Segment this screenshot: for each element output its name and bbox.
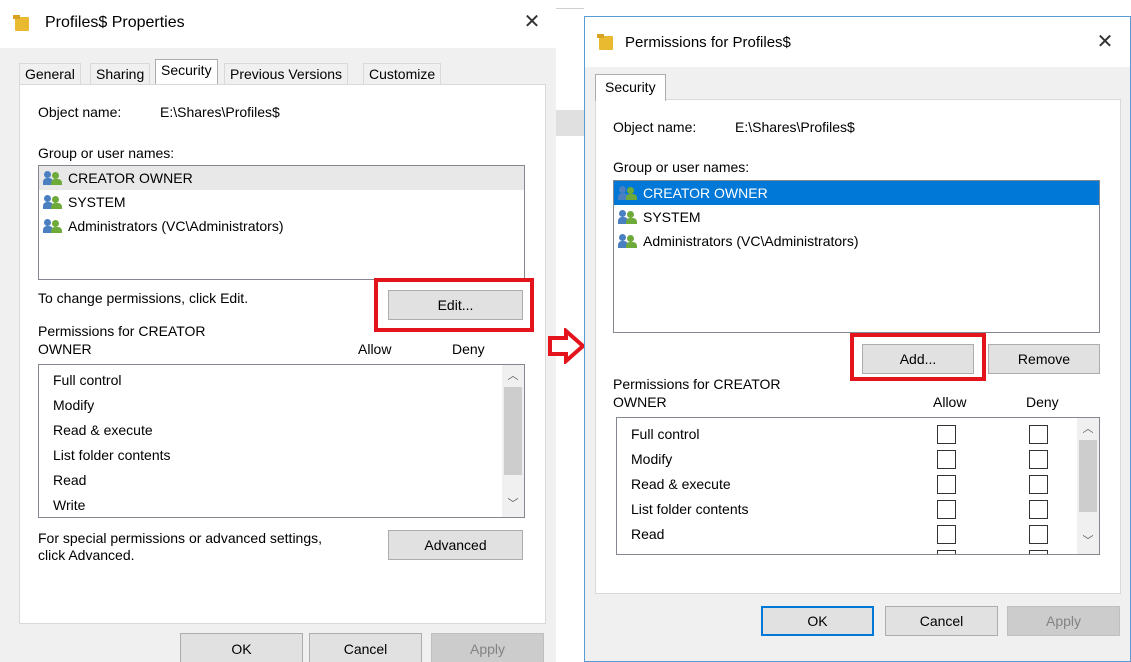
scroll-up-icon[interactable]: ︿	[1077, 421, 1099, 438]
permissions-dialog: Permissions for Profiles$ ✕ Security Obj…	[584, 16, 1131, 662]
special-permissions-hint-line2: click Advanced.	[38, 547, 135, 563]
permission-row: Modify	[617, 447, 1099, 472]
permissions-for-label-line2: OWNER	[613, 394, 667, 410]
tab-security[interactable]: Security	[595, 74, 666, 101]
group-user-names-label: Group or user names:	[613, 159, 750, 175]
edit-button[interactable]: Edit...	[388, 290, 523, 320]
permissions-for-label-line2: OWNER	[38, 341, 92, 357]
scroll-thumb[interactable]	[504, 387, 522, 475]
ok-button[interactable]: OK	[180, 633, 303, 662]
scroll-up-icon[interactable]: ︿	[502, 368, 524, 385]
advanced-button[interactable]: Advanced	[388, 530, 523, 560]
list-item[interactable]: Administrators (VC\Administrators)	[614, 229, 1099, 253]
deny-checkbox[interactable]	[1029, 425, 1048, 444]
tab-sharing[interactable]: Sharing	[90, 63, 151, 85]
deny-checkbox[interactable]	[1029, 450, 1048, 469]
users-icon	[618, 209, 640, 225]
close-icon[interactable]: ✕	[520, 9, 544, 34]
scroll-down-icon[interactable]: ﹀	[502, 496, 524, 513]
permission-row: Full control	[617, 422, 1099, 447]
dialog-title: Profiles$ Properties	[45, 14, 185, 31]
list-item[interactable]: SYSTEM	[39, 190, 524, 214]
dialog-title: Permissions for Profiles$	[625, 34, 791, 51]
folder-icon	[13, 15, 29, 31]
object-name-value: E:\Shares\Profiles$	[160, 104, 280, 120]
title-bar: Permissions for Profiles$ ✕	[585, 17, 1130, 67]
ok-button[interactable]: OK	[761, 606, 874, 636]
cancel-button[interactable]: Cancel	[885, 606, 998, 636]
allow-checkbox[interactable]	[937, 500, 956, 519]
users-icon	[43, 170, 65, 186]
object-name-label: Object name:	[613, 119, 697, 135]
folder-icon	[597, 34, 613, 50]
group-user-list[interactable]: CREATOR OWNER SYSTEM Administrators (VC\…	[38, 165, 525, 280]
users-icon	[43, 218, 65, 234]
add-button[interactable]: Add...	[862, 344, 974, 374]
users-icon	[618, 233, 640, 249]
permission-row: Write	[53, 497, 86, 513]
scroll-thumb[interactable]	[1079, 440, 1097, 512]
permission-row: Modify	[53, 397, 95, 413]
tab-general[interactable]: General	[19, 63, 81, 85]
permission-row: List folder contents	[53, 447, 171, 463]
special-permissions-hint-line1: For special permissions or advanced sett…	[38, 530, 323, 546]
deny-checkbox[interactable]	[1029, 500, 1048, 519]
users-icon	[618, 185, 640, 201]
permission-row: Full control	[53, 372, 122, 388]
permission-row: Read	[53, 472, 87, 488]
tab-previous-versions[interactable]: Previous Versions	[224, 63, 349, 85]
permissions-list[interactable]: Full control Modify Read & execute List …	[616, 417, 1100, 555]
permission-row: List folder contents	[617, 497, 1099, 522]
allow-header: Allow	[358, 341, 392, 357]
allow-checkbox[interactable]	[937, 475, 956, 494]
cancel-button[interactable]: Cancel	[309, 633, 422, 662]
permissions-for-label-line1: Permissions for CREATOR	[38, 323, 206, 339]
deny-header: Deny	[452, 341, 485, 357]
group-user-names-label: Group or user names:	[38, 145, 175, 161]
apply-button[interactable]: Apply	[431, 633, 544, 662]
background-window-strip	[556, 0, 1131, 16]
list-item[interactable]: Administrators (VC\Administrators)	[39, 214, 524, 238]
permission-row: Read	[617, 522, 1099, 547]
tab-customize[interactable]: Customize	[363, 63, 442, 85]
change-permissions-hint: To change permissions, click Edit.	[38, 290, 249, 306]
divider	[556, 8, 584, 9]
allow-checkbox[interactable]	[937, 550, 956, 554]
allow-checkbox[interactable]	[937, 525, 956, 544]
deny-checkbox[interactable]	[1029, 525, 1048, 544]
title-bar: Profiles$ Properties ✕	[0, 0, 556, 48]
list-item[interactable]: CREATOR OWNER	[39, 166, 524, 190]
list-item[interactable]: CREATOR OWNER	[614, 181, 1099, 205]
permissions-list[interactable]: Full control Modify Read & execute List …	[38, 364, 525, 518]
permissions-scrollbar[interactable]: ︿ ﹀	[502, 365, 524, 517]
permissions-scrollbar[interactable]: ︿ ﹀	[1077, 418, 1099, 554]
permission-row: Read & execute	[53, 422, 153, 438]
object-name-value: E:\Shares\Profiles$	[735, 119, 855, 135]
divider	[556, 110, 584, 136]
deny-checkbox[interactable]	[1029, 475, 1048, 494]
users-icon	[43, 194, 65, 210]
right-arrow-icon	[548, 328, 587, 364]
permission-row: Read & execute	[617, 472, 1099, 497]
deny-checkbox[interactable]	[1029, 550, 1048, 554]
deny-header: Deny	[1026, 394, 1059, 410]
scroll-down-icon[interactable]: ﹀	[1077, 533, 1099, 550]
permissions-for-label-line1: Permissions for CREATOR	[613, 376, 781, 392]
close-icon[interactable]: ✕	[1093, 29, 1117, 54]
properties-dialog: Profiles$ Properties ✕ General Sharing S…	[0, 0, 556, 662]
remove-button[interactable]: Remove	[988, 344, 1100, 374]
list-item[interactable]: SYSTEM	[614, 205, 1099, 229]
allow-checkbox[interactable]	[937, 425, 956, 444]
object-name-label: Object name:	[38, 104, 122, 120]
group-user-list[interactable]: CREATOR OWNER SYSTEM Administrators (VC\…	[613, 180, 1100, 333]
allow-checkbox[interactable]	[937, 450, 956, 469]
apply-button[interactable]: Apply	[1007, 606, 1120, 636]
allow-header: Allow	[933, 394, 967, 410]
tab-security[interactable]: Security	[155, 59, 218, 84]
permission-row	[617, 547, 1099, 554]
